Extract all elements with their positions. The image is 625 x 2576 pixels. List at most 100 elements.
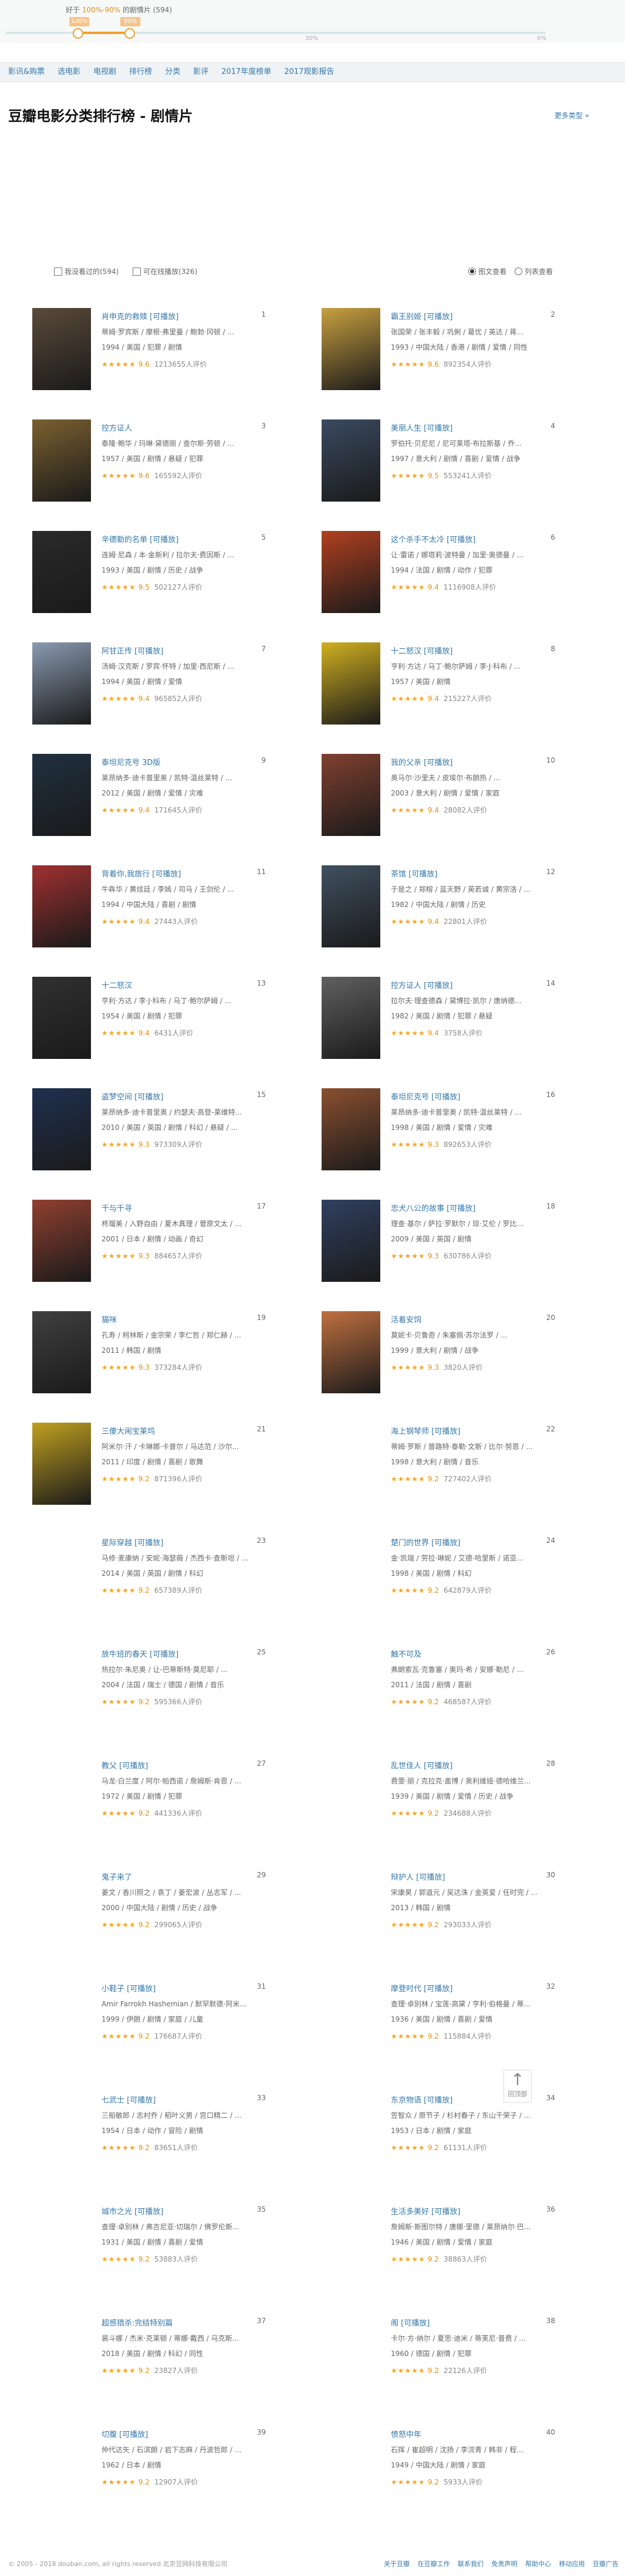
movie-item[interactable]: 猫咪 19 孔寿 / 柯林斯 / 金宗荣 / 李仁哲 / 郑仁赫 / ... 2011…: [32, 1311, 267, 1399]
movie-poster[interactable]: [322, 977, 380, 1059]
nav-charts[interactable]: 排行榜: [129, 63, 152, 82]
movie-item[interactable]: 阁 [可播放] 38 卡尔·方·纳尔 / 夏思·迪米 / 蒂芙尼·普费 / ... 1…: [322, 2314, 556, 2402]
movie-item[interactable]: 十二怒汉 [可播放] 8 亨利·方达 / 马丁·鲍尔萨姆 / 李·J·科布 / ..…: [322, 642, 556, 730]
footer-link-contact[interactable]: 联系我们: [458, 2560, 484, 2568]
movie-title-link[interactable]: 辩护人 [可播放]: [391, 1871, 555, 1882]
movie-item[interactable]: 忠犬八公的故事 [可播放] 18 理查·基尔 / 萨拉·罗默尔 / 琼·艾伦 / 罗…: [322, 1200, 556, 1288]
nav-categories[interactable]: 分类: [165, 63, 180, 82]
movie-item[interactable]: 海上钢琴师 [可播放] 22 蒂姆·罗斯 / 普路特·泰勒·文斯 / 比尔·努恩 /…: [322, 1423, 556, 1511]
movie-title-link[interactable]: 楚门的世界 [可播放]: [391, 1536, 555, 1548]
movie-title-link[interactable]: 摩登时代 [可播放]: [391, 1982, 555, 1993]
movie-title-link[interactable]: 十二怒汉 [可播放]: [391, 645, 555, 656]
movie-item[interactable]: 摩登时代 [可播放] 32 查理·卓别林 / 宝莲·高黛 / 亨利·伯格曼 / 蒂.…: [322, 1980, 556, 2068]
view-picture-radio[interactable]: 图文查看: [468, 266, 506, 276]
movie-item[interactable]: 楚门的世界 [可播放] 24 金·凯瑞 / 劳拉·琳妮 / 艾德·哈里斯 / 诺亚.…: [322, 1534, 556, 1622]
movie-title-link[interactable]: 茶馆 [可播放]: [391, 868, 555, 879]
movie-poster[interactable]: [32, 419, 91, 502]
footer-link-disclaimer[interactable]: 免责声明: [492, 2560, 518, 2568]
movie-poster[interactable]: [32, 865, 91, 947]
movie-item[interactable]: 十二怒汉 13 亨利·方达 / 李·J·科布 / 马丁·鲍尔萨姆 / ... 1954…: [32, 977, 267, 1065]
movie-item[interactable]: 这个杀手不太冷 [可播放] 6 让·雷诺 / 娜塔莉·波特曼 / 加里·奥德曼 / …: [322, 531, 556, 619]
movie-poster[interactable]: [32, 642, 91, 725]
movie-poster[interactable]: [32, 1423, 91, 1505]
movie-item[interactable]: 教父 [可播放] 27 马龙·白兰度 / 阿尔·帕西诺 / 詹姆斯·肯恩 / ...…: [32, 1757, 267, 1845]
movie-item[interactable]: 泰坦尼克号 3D版 9 莱昂纳多·迪卡普里奥 / 凯特·温丝莱特 / ... 2012…: [32, 754, 267, 842]
nav-tv[interactable]: 电视剧: [93, 63, 116, 82]
movie-item[interactable]: 星际穿越 [可播放] 23 马修·麦康纳 / 安妮·海瑟薇 / 杰西卡·查斯坦 / …: [32, 1534, 267, 1622]
movie-item[interactable]: 愤怒中年 40 石挥 / 崔超明 / 沈扬 / 李浣青 / 韩非 / 程... 194…: [322, 2426, 556, 2514]
movie-poster[interactable]: [32, 754, 91, 836]
movie-item[interactable]: 泰坦尼克号 [可播放] 16 莱昂纳多·迪卡普里奥 / 凯特·温丝莱特 / ... 1…: [322, 1088, 556, 1176]
movie-title-link[interactable]: 美丽人生 [可播放]: [391, 422, 555, 433]
movie-poster[interactable]: [322, 1200, 380, 1282]
slider-left-knob[interactable]: [73, 28, 83, 39]
movie-poster[interactable]: [32, 1200, 91, 1282]
movie-item[interactable]: 霸王别姬 [可播放] 2 张国荣 / 张丰毅 / 巩俐 / 葛优 / 英达 / 蒋.…: [322, 308, 556, 396]
movie-title-link[interactable]: 切腹 [可播放]: [102, 2428, 266, 2439]
footer-link-about[interactable]: 关于豆瓣: [384, 2560, 410, 2568]
footer-link-mobile[interactable]: 移动应用: [559, 2560, 585, 2568]
movie-poster[interactable]: [322, 531, 380, 613]
more-types-link[interactable]: 更多类型 »: [555, 110, 589, 120]
movie-poster[interactable]: [32, 1088, 91, 1170]
movie-title-link[interactable]: 泰坦尼克号 [可播放]: [391, 1091, 555, 1102]
movie-item[interactable]: 七武士 [可播放] 33 三船敏郎 / 志村乔 / 稻叶义男 / 宫口精二 / ..…: [32, 2091, 267, 2179]
nav-annual-report[interactable]: 2017观影报告: [284, 63, 334, 82]
movie-item[interactable]: 三傻大闹宝莱坞 21 阿米尔·汗 / 卡琳娜·卡普尔 / 马达范 / 沙尔... 20…: [32, 1423, 267, 1511]
slider-right-knob[interactable]: [124, 28, 135, 39]
movie-item[interactable]: 鬼子来了 29 姜文 / 香川照之 / 袁丁 / 姜宏波 / 丛志军 / ... 20…: [32, 1868, 267, 1956]
movie-poster[interactable]: [322, 1088, 380, 1170]
movie-title-link[interactable]: 背着你,我旅行 [可播放]: [102, 868, 266, 879]
movie-poster[interactable]: [32, 1311, 91, 1393]
playable-checkbox[interactable]: 可在线播放(326): [133, 266, 197, 276]
movie-poster[interactable]: [32, 531, 91, 613]
movie-item[interactable]: 触不可及 26 弗朗索瓦·克鲁塞 / 奥玛·希 / 安娜·勒尼 / ... 2011 …: [322, 1646, 556, 1734]
movie-title-link[interactable]: 霸王别姬 [可播放]: [391, 310, 555, 321]
movie-title-link[interactable]: 控方证人 [可播放]: [391, 979, 555, 990]
movie-item[interactable]: 阿甘正传 [可播放] 7 汤姆·汉克斯 / 罗宾·怀特 / 加里·西尼斯 / ...…: [32, 642, 267, 730]
movie-item[interactable]: 辛德勒的名单 [可播放] 5 连姆·尼森 / 本·金斯利 / 拉尔夫·费因斯 / .…: [32, 531, 267, 619]
movie-title-link[interactable]: 生活多美好 [可播放]: [391, 2205, 555, 2216]
movie-title-link[interactable]: 活着安饲: [391, 1314, 555, 1325]
movie-title-link[interactable]: 泰坦尼克号 3D版: [102, 756, 266, 767]
movie-title-link[interactable]: 小鞋子 [可播放]: [102, 1982, 266, 1993]
movie-title-link[interactable]: 阁 [可播放]: [391, 2317, 555, 2328]
movie-title-link[interactable]: 我的父亲 [可播放]: [391, 756, 555, 767]
movie-title-link[interactable]: 星际穿越 [可播放]: [102, 1536, 266, 1548]
movie-title-link[interactable]: 十二怒汉: [102, 979, 266, 990]
movie-title-link[interactable]: 乱世佳人 [可播放]: [391, 1759, 555, 1771]
movie-item[interactable]: 切腹 [可播放] 39 仲代达矢 / 石滨朗 / 岩下志麻 / 丹波哲郎 / ...…: [32, 2426, 267, 2514]
nav-tickets[interactable]: 影讯&购票: [8, 63, 45, 82]
movie-poster[interactable]: [322, 1311, 380, 1393]
movie-title-link[interactable]: 千与千寻: [102, 1202, 266, 1213]
movie-item[interactable]: 活着安饲 20 莫妮卡·贝鲁奇 / 朱塞佩·苏尔法罗 / ... 1999 / 意大利…: [322, 1311, 556, 1399]
movie-item[interactable]: 美丽人生 [可播放] 4 罗伯托·贝尼尼 / 尼可莱塔·布拉斯基 / 乔... 199…: [322, 419, 556, 507]
movie-title-link[interactable]: 忠犬八公的故事 [可播放]: [391, 1202, 555, 1213]
footer-link-jobs[interactable]: 在豆瓣工作: [418, 2560, 450, 2568]
footer-link-ads[interactable]: 豆瓣广告: [593, 2560, 619, 2568]
movie-title-link[interactable]: 三傻大闹宝莱坞: [102, 1425, 266, 1436]
view-list-radio[interactable]: 列表查看: [514, 266, 553, 276]
movie-title-link[interactable]: 超感猎杀:完结特别篇: [102, 2317, 266, 2328]
back-to-top-button[interactable]: ↑ 回顶部: [504, 2070, 532, 2103]
movie-item[interactable]: 控方证人 3 泰隆·鲍华 / 玛琳·黛德丽 / 查尔斯·劳顿 / ... 1957 /…: [32, 419, 267, 507]
movie-title-link[interactable]: 城市之光 [可播放]: [102, 2205, 266, 2216]
movie-item[interactable]: 千与千寻 17 柊瑠美 / 入野自由 / 夏木真理 / 菅原文太 / ... 2001…: [32, 1200, 267, 1288]
movie-title-link[interactable]: 辛德勒的名单 [可播放]: [102, 533, 266, 544]
movie-poster[interactable]: [322, 865, 380, 947]
movie-poster[interactable]: [322, 419, 380, 502]
movie-item[interactable]: 放牛班的春天 [可播放] 25 热拉尔·朱尼奥 / 让-巴蒂斯特·莫尼耶 / ...…: [32, 1646, 267, 1734]
movie-title-link[interactable]: 放牛班的春天 [可播放]: [102, 1648, 266, 1659]
movie-title-link[interactable]: 阿甘正传 [可播放]: [102, 645, 266, 656]
movie-title-link[interactable]: 猫咪: [102, 1314, 266, 1325]
movie-title-link[interactable]: 盗梦空间 [可播放]: [102, 1091, 266, 1102]
movie-poster[interactable]: [32, 308, 91, 390]
movie-item[interactable]: 茶馆 [可播放] 12 于是之 / 郑榕 / 蓝天野 / 英若诚 / 黄宗洛 / .…: [322, 865, 556, 953]
movie-title-link[interactable]: 肖申克的救赎 [可播放]: [102, 310, 266, 321]
movie-item[interactable]: 城市之光 [可播放] 35 查理·卓别林 / 弗吉尼亚·切瑞尔 / 佛罗伦斯... 1…: [32, 2203, 267, 2291]
movie-title-link[interactable]: 控方证人: [102, 422, 266, 433]
nav-movies[interactable]: 选电影: [58, 63, 80, 82]
movie-poster[interactable]: [32, 977, 91, 1059]
movie-item[interactable]: 小鞋子 [可播放] 31 Amir Farrokh Hashemian / 默罕默德…: [32, 1980, 267, 2068]
rating-range-slider[interactable]: 100% 90% 30% 0%: [0, 0, 625, 43]
